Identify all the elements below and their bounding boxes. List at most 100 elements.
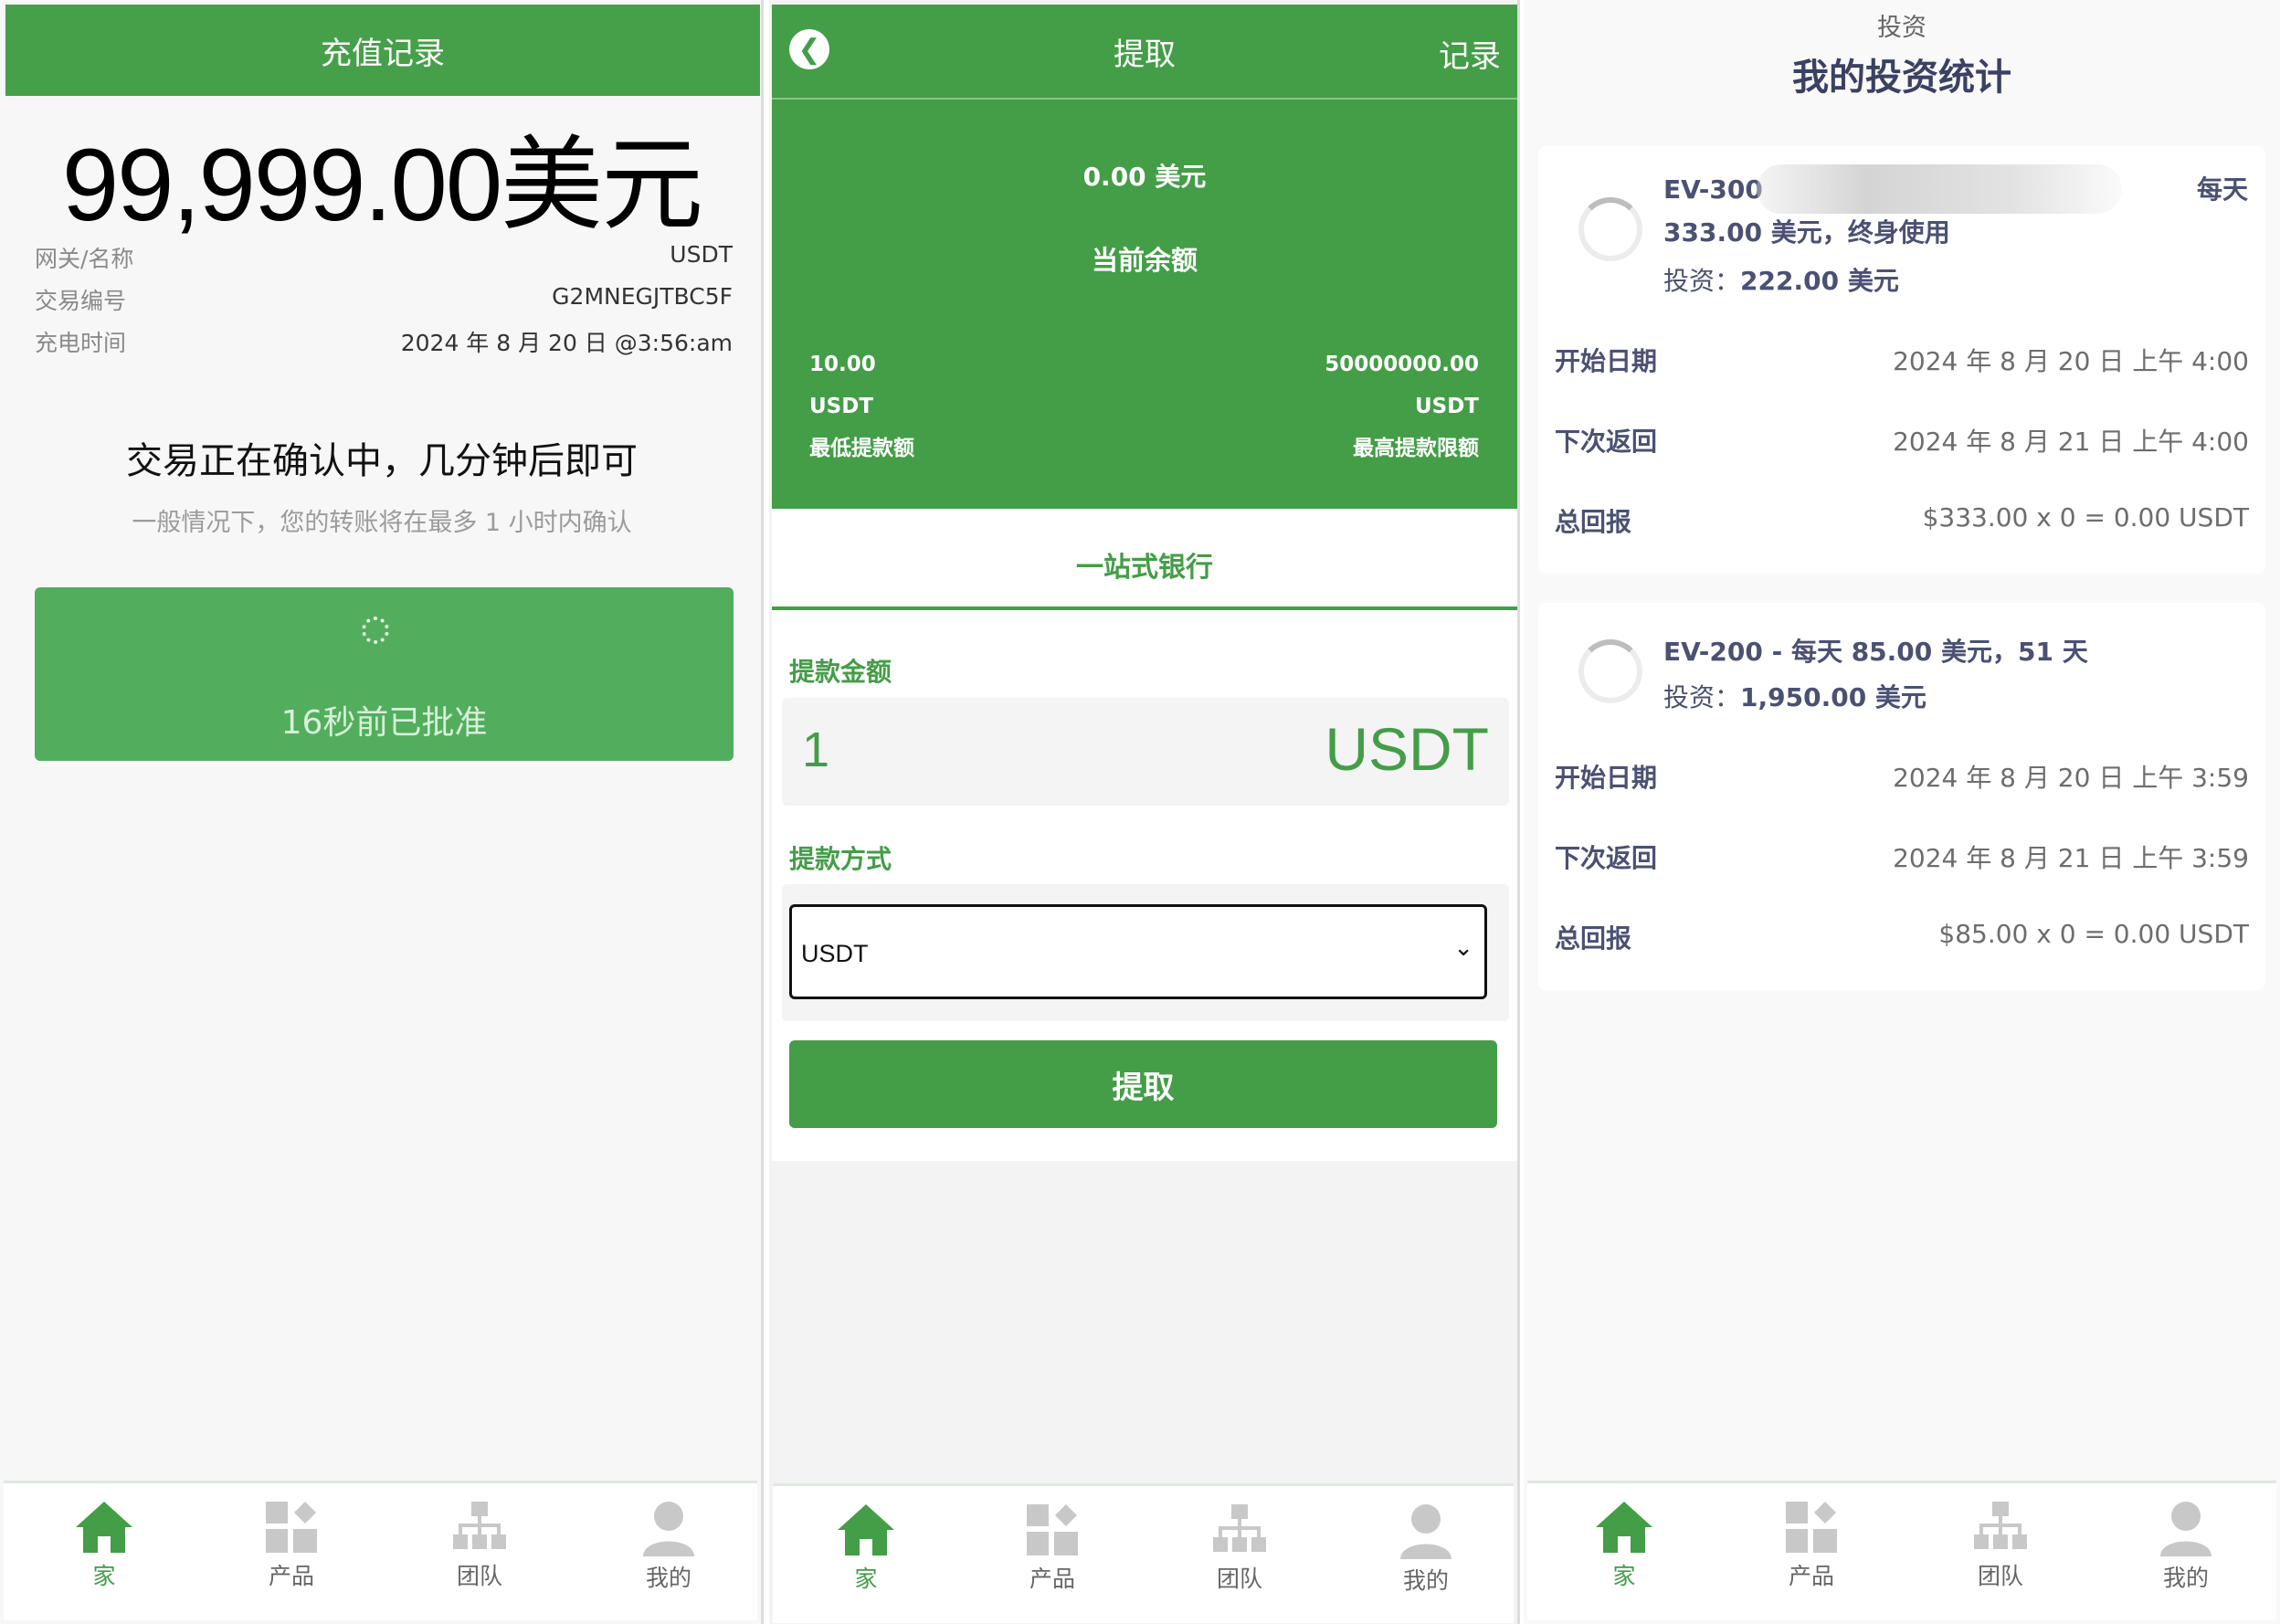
approved-time: 16秒前已批准: [280, 704, 488, 742]
home-icon: [838, 1504, 894, 1555]
back-arrow-icon[interactable]: ❮: [789, 29, 829, 69]
home-icon: [76, 1502, 132, 1553]
nav-team[interactable]: 团队: [1185, 1503, 1294, 1594]
row-value: 2024 年 8 月 21 日 上午 3:59: [1893, 843, 2249, 873]
info-label: 交易编号: [35, 288, 127, 314]
nav-home[interactable]: 家: [1569, 1500, 1679, 1591]
recharge-record-screen: 充值记录 99,999.00美元 网关/名称 USDT 交易编号 G2MNEGJ…: [0, 0, 764, 1624]
amount-value: 1: [802, 722, 830, 777]
team-icon: [1974, 1502, 2027, 1549]
row-value: 2024 年 8 月 20 日 上午 4:00: [1893, 346, 2249, 376]
info-label: 充电时间: [35, 330, 127, 356]
total-return-row: 总回报 $85.00 x 0 = 0.00 USDT: [1555, 919, 2249, 955]
next-return-row: 下次返回 2024 年 8 月 21 日 上午 3:59: [1555, 838, 2249, 875]
info-value: USDT: [670, 241, 733, 268]
nav-label: 家: [1612, 1563, 1636, 1589]
method-selected-value: USDT: [801, 940, 869, 967]
nav-mine[interactable]: 我的: [1371, 1503, 1481, 1596]
nav-mine[interactable]: 我的: [614, 1500, 723, 1593]
tab-one-stop-bank[interactable]: 一站式银行: [772, 544, 1517, 585]
nav-label: 家: [854, 1566, 878, 1592]
confirmation-status: 交易正在确认中，几分钟后即可: [126, 440, 638, 482]
start-date-row: 开始日期 2024 年 8 月 20 日 上午 3:59: [1555, 758, 2249, 795]
page-subtitle: 投资: [1877, 14, 1926, 42]
withdraw-screen: 提取 ❮ 记录 0.00 美元 当前余额 10.00 USDT 最低提款额 50…: [769, 0, 1520, 1624]
min-unit: USDT: [809, 395, 874, 418]
products-icon: [1786, 1502, 1837, 1553]
plan-code: EV-300: [1663, 174, 1763, 205]
nav-products[interactable]: 产品: [237, 1500, 346, 1591]
withdraw-submit-button[interactable]: 提取: [789, 1040, 1497, 1128]
nav-home[interactable]: 家: [49, 1500, 159, 1591]
plan-daily-label: 每天: [2196, 174, 2248, 205]
products-icon: [266, 1502, 317, 1553]
row-label: 总回报: [1555, 507, 1632, 537]
max-withdraw-info: 50000000.00 USDT 最高提款限额: [1325, 343, 1479, 469]
redaction-blur: [1757, 164, 2122, 214]
max-label: 最高提款限额: [1353, 437, 1479, 460]
nav-products[interactable]: 产品: [1757, 1500, 1866, 1591]
products-icon: [1027, 1504, 1078, 1555]
row-value: 2024 年 8 月 20 日 上午 3:59: [1893, 763, 2249, 793]
info-value: 2024 年 8 月 20 日 @3:56:am: [400, 330, 733, 356]
row-label: 总回报: [1555, 923, 1632, 954]
start-date-row: 开始日期 2024 年 8 月 20 日 上午 4:00: [1555, 342, 2249, 378]
chevron-down-icon: ⌄: [1453, 934, 1473, 962]
investment-stats-screen: 投资 我的投资统计 EV-300 每天 333.00 美元，终身使用 投资：22…: [1524, 0, 2280, 1624]
info-row-recharge-time: 充电时间 2024 年 8 月 20 日 @3:56:am: [35, 325, 733, 358]
nav-home[interactable]: 家: [811, 1503, 921, 1594]
invest-label: 投资：: [1663, 266, 1741, 296]
home-icon: [1596, 1502, 1652, 1553]
row-label: 下次返回: [1555, 427, 1658, 457]
bottom-nav: 家 产品 团队 我的: [4, 1481, 757, 1620]
record-link[interactable]: 记录: [1439, 31, 1501, 76]
nav-products[interactable]: 产品: [998, 1503, 1107, 1594]
row-label: 开始日期: [1555, 763, 1658, 793]
max-amount: 50000000.00: [1325, 353, 1479, 376]
loading-spinner-icon: [362, 617, 389, 644]
nav-label: 产品: [1029, 1566, 1075, 1592]
amount-input[interactable]: 1 USDT: [782, 698, 1509, 806]
info-row-transaction-id: 交易编号 G2MNEGJTBC5F: [35, 283, 733, 316]
nav-team[interactable]: 团队: [425, 1500, 534, 1591]
current-balance-value: 0.00 美元: [1082, 162, 1207, 192]
info-value: G2MNEGJTBC5F: [552, 283, 733, 310]
plan-name: EV-200 - 每天 85.00 美元，51 天: [1663, 637, 2088, 667]
nav-mine[interactable]: 我的: [2131, 1500, 2241, 1593]
info-row-gateway: 网关/名称 USDT: [35, 241, 733, 274]
tab-underline: [772, 606, 1517, 610]
max-unit: USDT: [1414, 395, 1479, 418]
team-icon: [1213, 1504, 1266, 1552]
plan-terms: 333.00 美元，终身使用: [1663, 217, 1950, 248]
invest-value: 1,950.00 美元: [1740, 682, 1926, 712]
current-balance-label: 当前余额: [1091, 245, 1198, 276]
row-value: 2024 年 8 月 21 日 上午 4:00: [1893, 427, 2249, 457]
page-title: 我的投资统计: [1792, 57, 2011, 99]
invest-label: 投资：: [1663, 682, 1741, 712]
plan-investment: 投资：1,950.00 美元: [1663, 678, 1926, 714]
withdraw-title: 提取: [772, 5, 1517, 100]
min-withdraw-info: 10.00 USDT 最低提款额: [809, 343, 914, 469]
amount-label: 提款金额: [789, 657, 892, 687]
row-value: $85.00 x 0 = 0.00 USDT: [1938, 919, 2249, 949]
nav-team[interactable]: 团队: [1946, 1500, 2055, 1591]
progress-ring-icon: [1578, 197, 1642, 261]
info-label: 网关/名称: [35, 246, 134, 272]
recharge-amount: 99,999.00美元: [61, 128, 703, 242]
user-icon: [2160, 1502, 2211, 1556]
progress-ring-icon: [1578, 639, 1642, 703]
plan-investment: 投资：222.00 美元: [1663, 261, 1899, 298]
nav-label: 我的: [2162, 1565, 2209, 1591]
total-return-row: 总回报 $333.00 x 0 = 0.00 USDT: [1555, 502, 2249, 539]
min-amount: 10.00: [809, 353, 876, 376]
bottom-nav: 家 产品 团队 我的: [773, 1483, 1514, 1623]
user-icon: [1400, 1504, 1451, 1559]
min-label: 最低提款额: [809, 437, 914, 460]
method-select[interactable]: USDT ⌄: [789, 904, 1487, 999]
nav-label: 我的: [1402, 1567, 1449, 1594]
user-icon: [643, 1502, 694, 1556]
row-label: 开始日期: [1555, 346, 1658, 376]
next-return-row: 下次返回 2024 年 8 月 21 日 上午 4:00: [1555, 422, 2249, 459]
nav-label: 我的: [645, 1565, 691, 1591]
method-label: 提款方式: [789, 844, 892, 874]
